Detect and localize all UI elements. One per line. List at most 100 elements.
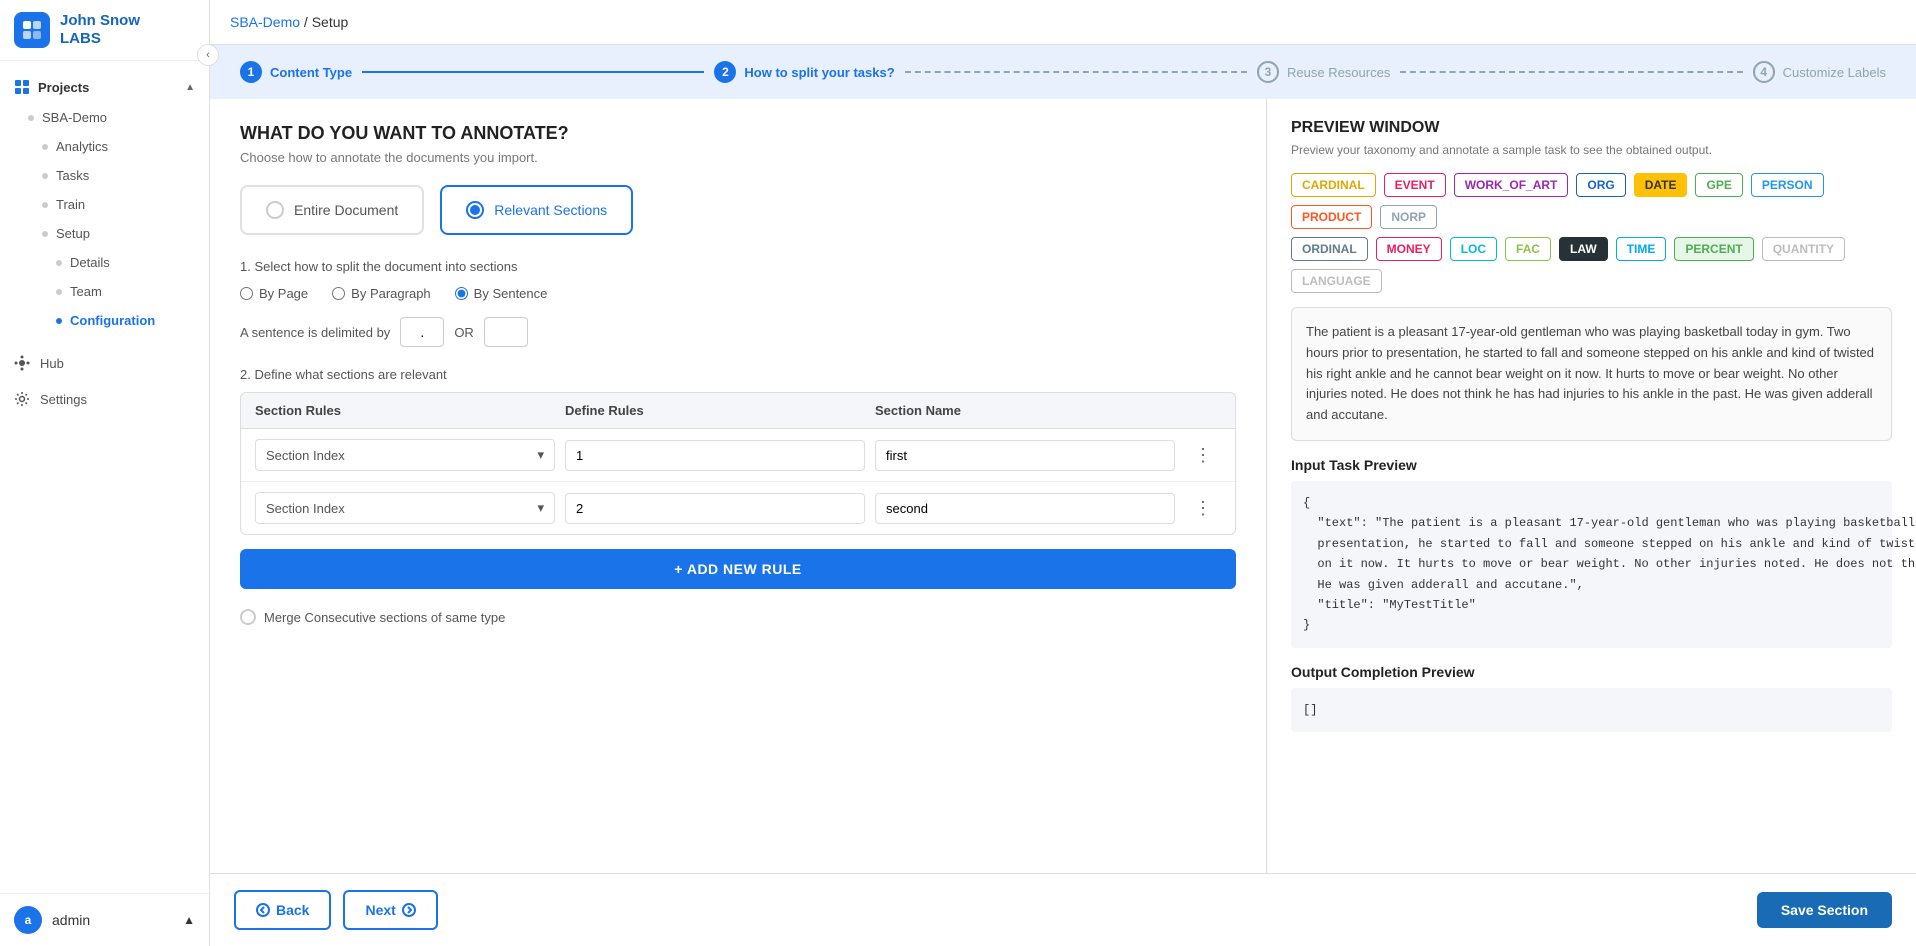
- section-name-input-2[interactable]: [875, 493, 1175, 524]
- right-panel: PREVIEW WINDOW Preview your taxonomy and…: [1266, 99, 1916, 873]
- tag-norp[interactable]: NORP: [1380, 205, 1437, 229]
- breadcrumb: SBA-Demo / Setup: [210, 0, 1916, 45]
- tag-product[interactable]: PRODUCT: [1291, 205, 1372, 229]
- tag-work_of_art[interactable]: WORK_OF_ART: [1454, 173, 1569, 197]
- rules-table: Section Rules Define Rules Section Name …: [240, 392, 1236, 535]
- split-by-paragraph-option[interactable]: By Paragraph: [332, 286, 431, 301]
- nav-tasks[interactable]: Tasks: [0, 161, 209, 190]
- tag-org[interactable]: ORG: [1576, 173, 1625, 197]
- tag-fac[interactable]: FAC: [1505, 237, 1551, 261]
- split-by-page-label: By Page: [259, 286, 308, 301]
- section-rule-dropdown-2[interactable]: Section Index ▾: [255, 492, 555, 524]
- nav-hub[interactable]: Hub: [0, 345, 209, 381]
- tag-cardinal[interactable]: CARDINAL: [1291, 173, 1376, 197]
- header-define-rules: Define Rules: [565, 403, 875, 418]
- back-button[interactable]: Back: [234, 890, 331, 930]
- radio-relevant-circle: [466, 201, 484, 219]
- split-by-page-option[interactable]: By Page: [240, 286, 308, 301]
- preview-title: PREVIEW WINDOW: [1291, 119, 1892, 137]
- sidebar-collapse-button[interactable]: ‹: [197, 44, 219, 66]
- step-2-num: 2: [714, 61, 736, 83]
- step-4-label: Customize Labels: [1783, 65, 1886, 80]
- tag-row-2: ORDINAL MONEY LOC FAC LAW TIME PERCENT QUANTITY…: [1291, 237, 1892, 293]
- nav-section: Projects ▲ SBA-Demo Analytics Tasks Trai…: [0, 61, 209, 893]
- projects-chevron: ▲: [185, 82, 195, 93]
- option-cards: Entire Document Relevant Sections: [240, 185, 1236, 235]
- tag-time[interactable]: TIME: [1616, 237, 1667, 261]
- tag-quantity[interactable]: QUANTITY: [1762, 237, 1845, 261]
- nav-setup[interactable]: Setup: [0, 219, 209, 248]
- tag-law[interactable]: LAW: [1559, 237, 1608, 261]
- user-expand-icon[interactable]: ▲: [183, 913, 195, 927]
- step-4[interactable]: 4 Customize Labels: [1753, 61, 1886, 83]
- details-dot: [56, 260, 62, 266]
- logo-area: John Snow LABS: [0, 0, 209, 61]
- delimiter-input-2[interactable]: [484, 317, 528, 347]
- tag-language[interactable]: LANGUAGE: [1291, 269, 1382, 293]
- tag-gpe[interactable]: GPE: [1695, 173, 1742, 197]
- page-title: WHAT DO YOU WANT TO ANNOTATE?: [240, 123, 1236, 144]
- section-rule-dropdown-1[interactable]: Section Index ▾: [255, 439, 555, 471]
- tag-event[interactable]: EVENT: [1384, 173, 1446, 197]
- main-area: SBA-Demo / Setup 1 Content Type 2 How to…: [210, 0, 1916, 946]
- next-button[interactable]: Next: [343, 890, 437, 930]
- team-dot: [56, 289, 62, 295]
- define-rule-input-2[interactable]: [565, 493, 865, 524]
- tag-person[interactable]: PERSON: [1751, 173, 1824, 197]
- delimiter-row: A sentence is delimited by OR: [240, 317, 1236, 347]
- step-2-label: How to split your tasks?: [744, 65, 894, 80]
- split-by-page-radio[interactable]: [240, 287, 253, 300]
- step-3-label: Reuse Resources: [1287, 65, 1390, 80]
- tag-percent[interactable]: PERCENT: [1674, 237, 1753, 261]
- train-dot: [42, 202, 48, 208]
- nav-team[interactable]: Team: [0, 277, 209, 306]
- define-rule-input-1[interactable]: [565, 440, 865, 471]
- dropdown-chevron-2: ▾: [537, 500, 544, 516]
- configuration-dot: [56, 318, 62, 324]
- section-rule-value-2: Section Index: [266, 501, 345, 516]
- option-entire-document[interactable]: Entire Document: [240, 185, 424, 235]
- merge-radio[interactable]: [240, 609, 256, 625]
- step-3-num: 3: [1257, 61, 1279, 83]
- add-new-rule-button[interactable]: + ADD NEW RULE: [240, 549, 1236, 589]
- step-2[interactable]: 2 How to split your tasks?: [714, 61, 894, 83]
- option-relevant-sections[interactable]: Relevant Sections: [440, 185, 633, 235]
- delimiter-input-1[interactable]: [400, 317, 444, 347]
- analytics-dot: [42, 144, 48, 150]
- nav-projects[interactable]: Projects ▲: [0, 71, 209, 103]
- section-name-input-1[interactable]: [875, 440, 1175, 471]
- save-section-button[interactable]: Save Section: [1757, 892, 1892, 928]
- row-menu-1[interactable]: ⋮: [1185, 445, 1221, 466]
- output-code-block: []: [1291, 688, 1892, 732]
- sidebar-footer: a admin ▲: [0, 893, 209, 946]
- nav-sba-demo[interactable]: SBA-Demo: [0, 103, 209, 132]
- split-by-sentence-option[interactable]: By Sentence: [455, 286, 548, 301]
- row-menu-2[interactable]: ⋮: [1185, 498, 1221, 519]
- step-1[interactable]: 1 Content Type: [240, 61, 352, 83]
- breadcrumb-project-link[interactable]: SBA-Demo: [230, 14, 300, 30]
- output-preview-label: Output Completion Preview: [1291, 664, 1892, 680]
- rules-table-header: Section Rules Define Rules Section Name: [241, 393, 1235, 429]
- page-subtitle: Choose how to annotate the documents you…: [240, 150, 1236, 165]
- option-entire-label: Entire Document: [294, 202, 398, 218]
- nav-settings[interactable]: Settings: [0, 381, 209, 417]
- tag-ordinal[interactable]: ORDINAL: [1291, 237, 1368, 261]
- left-panel: WHAT DO YOU WANT TO ANNOTATE? Choose how…: [210, 99, 1266, 873]
- logo-icon: [14, 12, 50, 48]
- tag-loc[interactable]: LOC: [1450, 237, 1497, 261]
- option-relevant-label: Relevant Sections: [494, 202, 607, 218]
- split-by-paragraph-radio[interactable]: [332, 287, 345, 300]
- tag-money[interactable]: MONEY: [1376, 237, 1442, 261]
- split-step-label: 1. Select how to split the document into…: [240, 259, 1236, 274]
- table-row: Section Index ▾ ⋮: [241, 482, 1235, 534]
- tag-date[interactable]: DATE: [1634, 173, 1688, 197]
- step-line-3: [1400, 71, 1742, 73]
- merge-label: Merge Consecutive sections of same type: [264, 610, 505, 625]
- split-by-sentence-radio[interactable]: [455, 287, 468, 300]
- nav-details[interactable]: Details: [0, 248, 209, 277]
- step-3[interactable]: 3 Reuse Resources: [1257, 61, 1390, 83]
- delimiter-or-label: OR: [454, 325, 474, 340]
- nav-train[interactable]: Train: [0, 190, 209, 219]
- nav-configuration[interactable]: Configuration: [0, 306, 209, 335]
- nav-analytics[interactable]: Analytics: [0, 132, 209, 161]
